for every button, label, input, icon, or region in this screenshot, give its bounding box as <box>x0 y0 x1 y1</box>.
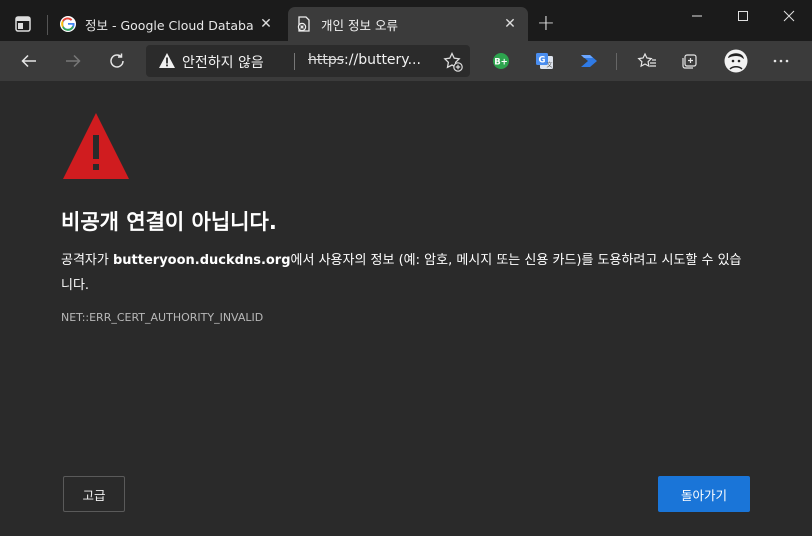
collections-button[interactable] <box>676 46 706 76</box>
b-plus-extension-icon: B+ <box>493 53 509 69</box>
tab-separator <box>47 15 48 35</box>
tab-privacy-error[interactable]: 개인 정보 오류 ✕ <box>288 7 528 41</box>
refresh-icon <box>110 53 124 68</box>
page-title: 비공개 연결이 아닙니다. <box>61 210 277 234</box>
back-to-safety-button[interactable]: 돌아가기 <box>658 476 750 512</box>
tab-google-cloud[interactable]: 정보 - Google Cloud Database W ✕ <box>52 7 284 41</box>
favorites-list-icon <box>637 52 656 68</box>
advanced-button[interactable]: 고급 <box>63 476 125 512</box>
url-scheme: https <box>308 52 345 68</box>
tab-title: 개인 정보 오류 <box>321 17 398 33</box>
warning-icon <box>159 53 175 68</box>
minimize-icon <box>692 15 702 17</box>
power-automate-extension-button[interactable] <box>574 46 604 76</box>
collections-icon <box>682 54 697 69</box>
refresh-button[interactable] <box>102 46 132 76</box>
close-tab-icon[interactable]: ✕ <box>498 16 522 32</box>
more-horizontal-icon <box>773 59 789 63</box>
tab-title: 정보 - Google Cloud Database W <box>85 17 254 33</box>
favorites-button[interactable] <box>632 46 662 76</box>
svg-text:B+: B+ <box>494 58 508 68</box>
google-translate-extension-button[interactable]: G 文 <box>530 46 560 76</box>
profile-button[interactable] <box>721 46 751 76</box>
arrow-right-icon <box>66 54 81 68</box>
description-prefix: 공격자가 <box>61 253 113 268</box>
maximize-button[interactable] <box>720 0 766 32</box>
tab-actions-icon[interactable] <box>14 15 32 33</box>
error-description: 공격자가 butteryoon.duckdns.org에서 사용자의 정보 (예… <box>61 248 751 298</box>
svg-text:G: G <box>539 56 546 66</box>
url-host: ://buttery... <box>344 52 421 68</box>
address-separator <box>294 53 295 70</box>
svg-text:文: 文 <box>546 61 552 69</box>
avatar-icon <box>724 49 748 73</box>
close-tab-icon[interactable]: ✕ <box>254 16 278 32</box>
error-code[interactable]: NET::ERR_CERT_AUTHORITY_INVALID <box>61 311 263 324</box>
warning-triangle-icon <box>63 113 129 179</box>
navigation-toolbar: 안전하지 않음 https://buttery... B+ G 文 <box>0 41 812 81</box>
url-text[interactable]: https://buttery... <box>308 52 421 68</box>
back-button[interactable] <box>14 46 44 76</box>
maximize-icon <box>738 11 748 21</box>
settings-more-button[interactable] <box>766 46 796 76</box>
toolbar-separator <box>616 53 617 70</box>
translate-icon: G 文 <box>536 53 553 69</box>
google-icon <box>60 16 76 32</box>
address-bar[interactable]: 안전하지 않음 https://buttery... <box>146 45 470 77</box>
security-label[interactable]: 안전하지 않음 <box>182 52 264 72</box>
insecure-domain: butteryoon.duckdns.org <box>112 253 291 268</box>
not-secure-indicator[interactable] <box>158 52 176 73</box>
page-error-icon <box>297 16 310 32</box>
close-icon <box>783 10 795 22</box>
close-window-button[interactable] <box>766 0 812 32</box>
power-automate-icon <box>581 55 597 67</box>
minimize-button[interactable] <box>674 0 720 32</box>
new-tab-button[interactable]: + <box>534 10 558 38</box>
add-favorite-icon[interactable] <box>442 51 464 73</box>
forward-button[interactable] <box>58 46 88 76</box>
title-bar: 정보 - Google Cloud Database W ✕ 개인 정보 오류 … <box>0 0 812 41</box>
b-plus-extension-button[interactable]: B+ <box>486 46 516 76</box>
arrow-left-icon <box>21 54 36 68</box>
